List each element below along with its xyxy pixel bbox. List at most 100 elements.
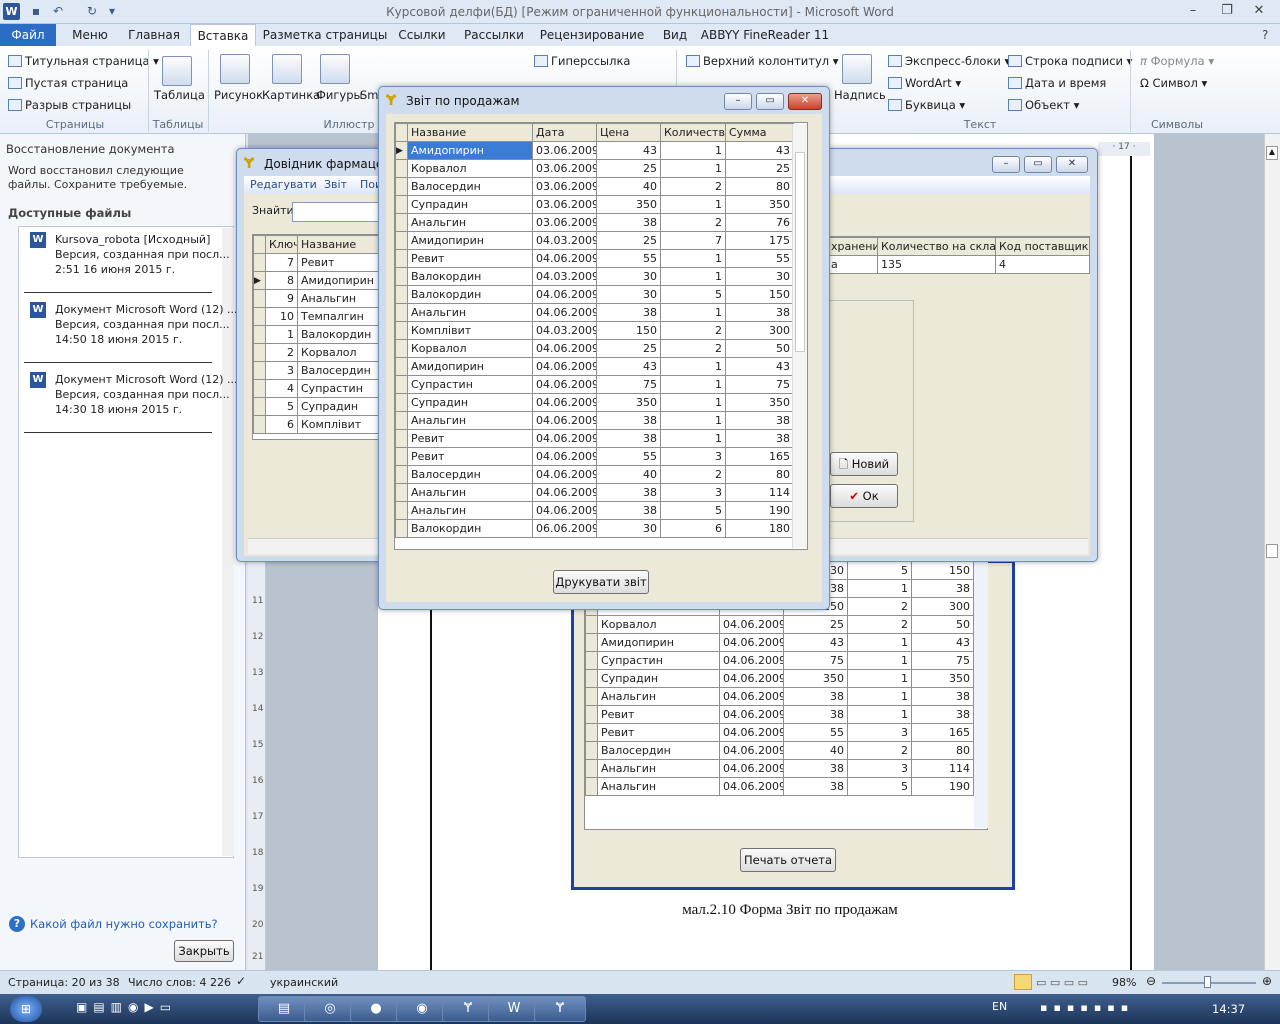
col-quantity[interactable]: Количество [660,123,726,142]
page-count-status[interactable]: Страница: 20 из 38 [8,976,120,989]
col-date[interactable]: Дата [532,123,597,142]
clipart-icon[interactable] [272,54,302,84]
tab-insert[interactable]: Вставка [190,24,256,46]
quick-launch-icons[interactable]: ▣▤▥◉▶▭ [76,1000,177,1014]
close-recovery-button[interactable]: Закрыть [174,940,234,962]
help-icon[interactable]: ? [1262,28,1268,42]
table-row[interactable]: Ревит 04.06.2009 55 3 165 [395,447,794,466]
table-row[interactable]: 9 Анальгин [253,289,382,308]
table-row[interactable]: 4 Супрастин [253,379,382,398]
sales-minimize-button[interactable]: – [724,93,752,110]
table-row[interactable]: Супрадин 03.06.2009 350 1 350 [395,195,794,214]
col-storage[interactable]: хранения [827,237,878,256]
table-row[interactable]: Анальгин 04.06.2009 38 3 114 [395,483,794,502]
table-row[interactable]: ▶ 8 Амидопирин [253,271,382,290]
hyperlink-button[interactable]: Гиперссылка [534,54,630,68]
symbol-button[interactable]: Ω Символ ▾ [1140,76,1207,90]
scroll-thumb[interactable] [795,152,805,352]
recovery-file-item[interactable]: Kursova_robota [Исходный] Версия, создан… [55,232,230,277]
col-name[interactable]: Название [407,123,533,142]
table-row[interactable]: Ревит 04.06.2009 55 1 55 [395,249,794,268]
table-row[interactable]: Супрадин 04.06.2009 350 1 350 [395,393,794,412]
col-sum[interactable]: Сумма [725,123,794,142]
zoom-in-icon[interactable]: ⊕ [1262,974,1272,988]
col-stock[interactable]: Количество на складе [877,237,996,256]
tab-file[interactable]: Файл [0,24,56,46]
quick-parts-button[interactable]: Экспресс-блоки ▾ [888,54,1010,68]
keyboard-language[interactable]: EN [992,1000,1007,1013]
shapes-icon[interactable] [320,54,350,84]
table-row[interactable]: Амидопирин 04.03.2009 25 7 175 [395,231,794,250]
restore-button[interactable]: ❐ [1212,0,1242,22]
find-input[interactable] [292,202,382,222]
table-row[interactable]: Анальгин 04.06.2009 38 5 190 [395,501,794,520]
tab-review[interactable]: Рецензирование [534,24,650,46]
new-button[interactable]: 🗋 Новий [830,452,898,476]
pharmacist-minimize-button[interactable]: – [992,156,1020,173]
recovery-file-item[interactable]: Документ Microsoft Word (12) ... Версия,… [55,372,238,417]
tab-menu[interactable]: Меню [62,24,118,46]
table-row[interactable]: а 135 4 [827,255,1089,273]
start-button[interactable]: ⊞ [10,996,42,1022]
table-icon[interactable] [162,56,192,86]
zoom-level[interactable]: 98% [1112,976,1136,989]
tab-view[interactable]: Вид [654,24,696,46]
delphi-task[interactable]: Ɏ [442,996,494,1022]
col-supplier[interactable]: Код поставщика [995,237,1089,256]
cover-page-button[interactable]: Титульная страница ▾ [8,54,159,68]
table-row[interactable]: Валосердин 04.06.2009 40 2 80 [395,465,794,484]
tab-references[interactable]: Ссылки [392,24,452,46]
menu-edit[interactable]: Редагувати [250,178,317,191]
table-row[interactable]: Ревит 04.06.2009 38 1 38 [395,429,794,448]
tab-abbyy[interactable]: ABBYY FineReader 11 [700,24,830,46]
table-row[interactable]: 1 Валокордин [253,325,382,344]
table-row[interactable]: 10 Темпалгин [253,307,382,326]
word-count-status[interactable]: Число слов: 4 226 [128,976,231,989]
sales-close-button[interactable]: ✕ [788,93,822,110]
scroll-up-icon[interactable]: ▲ [1266,146,1278,160]
menu-report[interactable]: Звіт [324,178,347,191]
recovery-file-item[interactable]: Документ Microsoft Word (12) ... Версия,… [55,302,238,347]
table-row[interactable]: Анальгин 04.06.2009 38 1 38 [395,411,794,430]
table-row[interactable]: Анальгин 04.06.2009 38 1 38 [395,303,794,322]
tray-icons[interactable]: ▪▪▪▪▪▪▪ [1040,1001,1134,1014]
table-row[interactable]: Валокордин 04.03.2009 30 1 30 [395,267,794,286]
delphi-app-task[interactable]: Ɏ [534,996,586,1022]
picture-button[interactable]: Рисунок [214,88,263,102]
table-row[interactable]: Корвалол 03.06.2009 25 1 25 [395,159,794,178]
ok-button[interactable]: ✔ Ок [830,484,898,508]
help-link[interactable]: Какой файл нужно сохранить? [30,917,218,931]
table-row[interactable]: Амидопирин 04.06.2009 43 1 43 [395,357,794,376]
table-row[interactable]: Анальгин 03.06.2009 38 2 76 [395,213,794,232]
signature-line-button[interactable]: Строка подписи ▾ [1008,54,1132,68]
col-name[interactable]: Название [297,235,382,254]
table-row[interactable]: Валосердин 03.06.2009 40 2 80 [395,177,794,196]
explorer-task[interactable]: ▤ [258,996,310,1022]
date-time-button[interactable]: Дата и время [1008,76,1106,90]
chrome-task[interactable]: ◉ [396,996,448,1022]
spellcheck-icon[interactable]: ✓ [236,974,246,988]
table-row[interactable]: Супрастин 04.06.2009 75 1 75 [395,375,794,394]
language-status[interactable]: украинский [270,976,338,989]
table-row[interactable]: 2 Корвалол [253,343,382,362]
table-row[interactable]: Валокордин 06.06.2009 30 6 180 [395,519,794,538]
close-button[interactable]: ✕ [1244,0,1274,22]
object-button[interactable]: Объект ▾ [1008,98,1079,112]
word-task[interactable]: W [488,996,540,1022]
table-button[interactable]: Таблица [154,88,205,102]
textbox-button[interactable]: Надпись [834,88,886,102]
print-layout-view-icon[interactable] [1014,974,1032,990]
opera-task[interactable]: ● [350,996,402,1022]
view-buttons-icon[interactable]: ▭ ▭ ▭ ▭ [1036,976,1088,989]
table-row[interactable]: 5 Супрадин [253,397,382,416]
pharmacist-close-button[interactable]: ✕ [1056,156,1088,173]
textbox-icon[interactable] [842,54,872,84]
dropcap-button[interactable]: Буквица ▾ [888,98,965,112]
sales-grid-scrollbar[interactable] [792,124,807,548]
picture-icon[interactable] [220,54,250,84]
pharmacist-maximize-button[interactable]: ▭ [1024,156,1052,173]
minimize-button[interactable]: – [1178,0,1208,22]
sales-maximize-button[interactable]: ▭ [756,93,784,110]
smartart-button[interactable]: Sm [360,88,379,102]
print-report-button[interactable]: Друкувати звіт [553,570,649,594]
